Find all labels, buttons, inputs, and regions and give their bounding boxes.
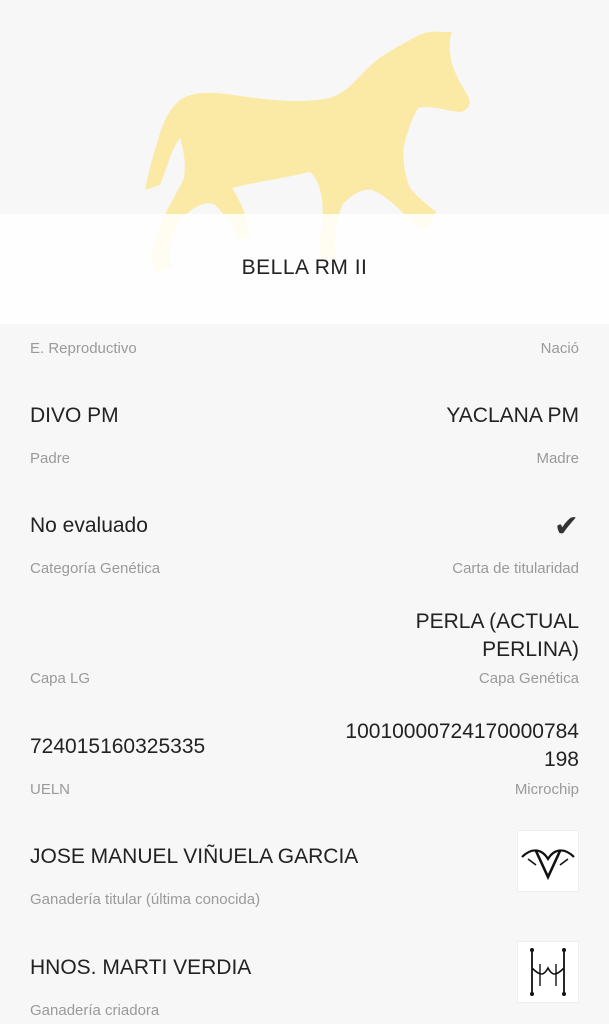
breeder-value[interactable]: HNOS. MARTI VERDIA — [30, 955, 251, 980]
mother-label: Madre — [536, 450, 579, 467]
capa-genetica-value: PERLA (ACTUAL PERLINA) — [416, 609, 579, 662]
microchip-label: Microchip — [514, 781, 579, 798]
breeder-label: Ganadería criadora — [30, 1002, 160, 1019]
ueln-value: 724015160325335 — [30, 735, 206, 758]
genetic-category-label: Categoría Genética — [30, 560, 161, 577]
reproductive-state-label: E. Reproductivo — [30, 340, 137, 357]
owner-brand-logo[interactable] — [517, 830, 579, 892]
capa-genetica-value-line2: PERLINA) — [482, 638, 579, 661]
born-label: Nació — [540, 340, 579, 357]
ownership-card-label: Carta de titularidad — [452, 560, 579, 577]
capa-lg-label: Capa LG — [30, 670, 91, 687]
mother-value[interactable]: YACLANA PM — [446, 403, 579, 428]
horse-name-title: BELLA RM II — [241, 256, 368, 279]
genetic-category-value: No evaluado — [30, 514, 148, 537]
microchip-value: 10010000724170000784 198 — [345, 719, 579, 772]
capa-genetica-value-line1: PERLA (ACTUAL — [415, 610, 579, 633]
checkmark-icon: ✔ — [553, 510, 579, 543]
microchip-value-line1: 10010000724170000784 — [345, 720, 579, 743]
father-value[interactable]: DIVO PM — [30, 403, 119, 428]
breeder-brand-icon — [530, 948, 566, 996]
microchip-value-line2: 198 — [543, 748, 579, 771]
hero-header: BELLA RM II — [0, 0, 609, 324]
father-label: Padre — [30, 450, 71, 467]
owner-value[interactable]: JOSE MANUEL VIÑUELA GARCIA — [30, 844, 358, 869]
owner-brand-icon — [521, 849, 575, 881]
breeder-brand-logo[interactable] — [517, 941, 579, 1003]
capa-genetica-label: Capa Genética — [478, 670, 579, 687]
ueln-label: UELN — [30, 781, 71, 798]
owner-label: Ganadería titular (última conocida) — [30, 891, 261, 908]
